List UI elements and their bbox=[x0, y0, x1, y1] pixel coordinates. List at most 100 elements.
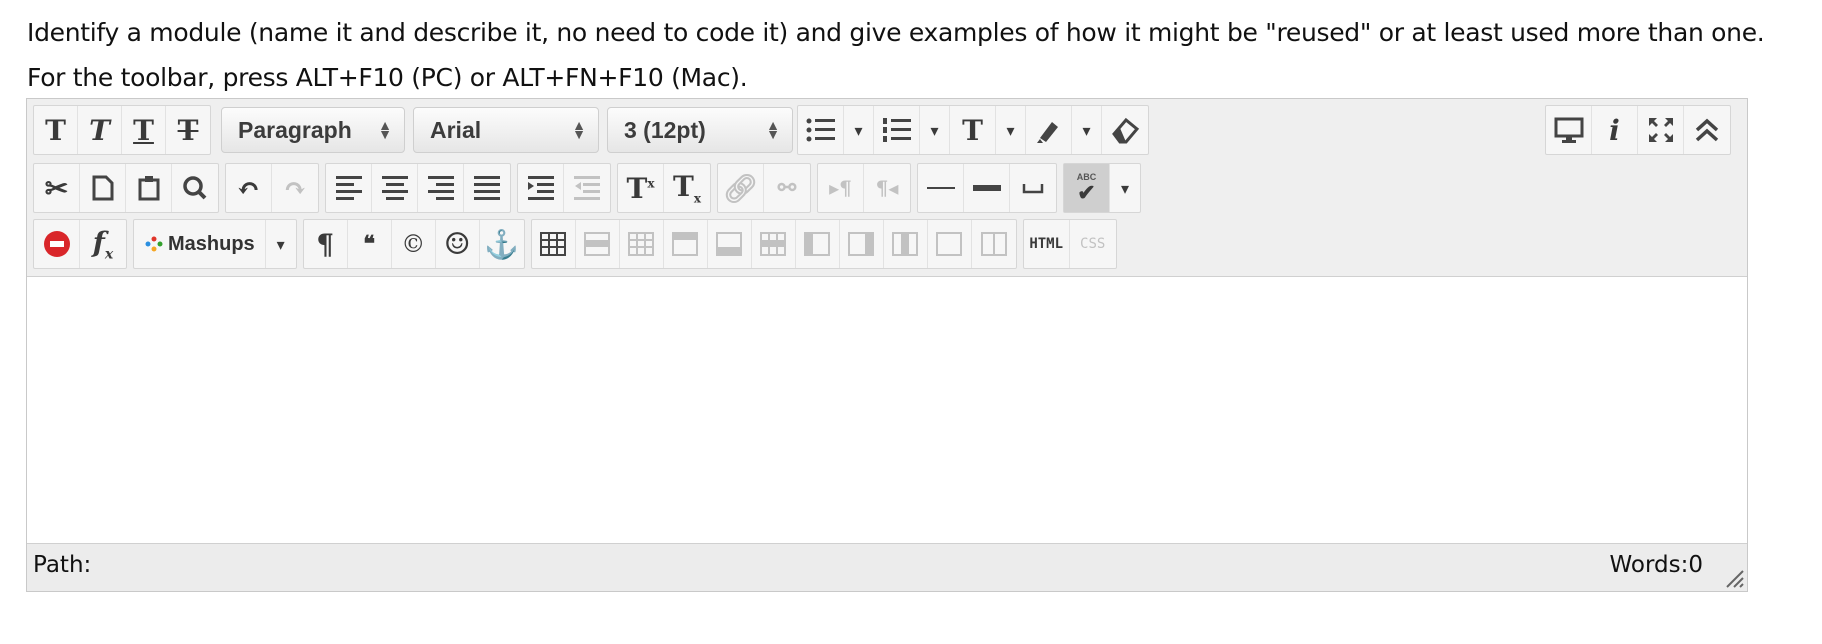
info-button[interactable]: i bbox=[1592, 106, 1638, 154]
editor-statusbar: Path: Words:0 bbox=[27, 543, 1747, 591]
ltr-button[interactable]: ▸¶ bbox=[818, 164, 864, 212]
italic-button[interactable]: T bbox=[78, 106, 122, 154]
rtl-button[interactable]: ¶◂ bbox=[864, 164, 910, 212]
text-color-button[interactable]: T bbox=[950, 106, 996, 154]
clear-formatting-button[interactable] bbox=[1102, 106, 1148, 154]
insert-media-button[interactable] bbox=[34, 220, 80, 268]
font-family-select[interactable]: Arial ▲ ▼ bbox=[413, 107, 599, 153]
insert-row-before-button[interactable] bbox=[664, 220, 708, 268]
unlink-button[interactable]: ⚯ bbox=[764, 164, 810, 212]
blockquote-button[interactable]: ❝ bbox=[348, 220, 392, 268]
paste-button[interactable] bbox=[126, 164, 172, 212]
fullscreen-button[interactable] bbox=[1638, 106, 1684, 154]
block-format-select[interactable]: Paragraph ▲ ▼ bbox=[221, 107, 405, 153]
numbered-list-button[interactable] bbox=[874, 106, 920, 154]
link-group: 🔗︎ ⚯ bbox=[717, 163, 811, 213]
chevron-down-icon: ▾ bbox=[930, 120, 939, 140]
insert-special-char-button[interactable]: © bbox=[392, 220, 436, 268]
strikethrough-button[interactable]: T bbox=[166, 106, 210, 154]
eraser-icon bbox=[1112, 117, 1140, 144]
collapse-toolbar-button[interactable] bbox=[1684, 106, 1730, 154]
direction-group: ▸¶ ¶◂ bbox=[817, 163, 911, 213]
copy-button[interactable] bbox=[80, 164, 126, 212]
table-cell-icon bbox=[628, 232, 655, 256]
mashups-dropdown[interactable]: ▾ bbox=[266, 220, 296, 268]
insert-col-before-button[interactable] bbox=[796, 220, 840, 268]
delete-row-button[interactable] bbox=[752, 220, 796, 268]
insert-anchor-button[interactable]: ⚓ bbox=[480, 220, 524, 268]
select-arrows-icon: ▲ ▼ bbox=[572, 117, 586, 142]
subscript-button[interactable]: Tx bbox=[664, 164, 710, 212]
cut-button[interactable]: ✂ bbox=[34, 164, 80, 212]
insert-table-button[interactable] bbox=[532, 220, 576, 268]
math-formula-button[interactable]: fx bbox=[80, 220, 126, 268]
font-size-select[interactable]: 3 (12pt) ▲ ▼ bbox=[607, 107, 793, 153]
superscript-button[interactable]: Tx bbox=[618, 164, 664, 212]
css-button[interactable]: CSS bbox=[1070, 220, 1116, 268]
insert-link-button[interactable]: 🔗︎ bbox=[718, 164, 764, 212]
underline-button[interactable]: T bbox=[122, 106, 166, 154]
resize-handle-icon[interactable] bbox=[1723, 567, 1745, 589]
table-icon bbox=[540, 232, 567, 256]
table-cell-props-button[interactable] bbox=[620, 220, 664, 268]
insert-row-after-button[interactable] bbox=[708, 220, 752, 268]
undo-button[interactable]: ↶ bbox=[226, 164, 272, 212]
redo-icon: ↷ bbox=[283, 171, 307, 205]
justify-button[interactable] bbox=[464, 164, 510, 212]
highlight-button[interactable] bbox=[1026, 106, 1072, 154]
copy-icon bbox=[92, 175, 113, 201]
chevron-down-icon: ▾ bbox=[1082, 120, 1091, 140]
bullet-list-dropdown[interactable]: ▾ bbox=[844, 106, 874, 154]
question-text: Identify a module (name it and describe … bbox=[27, 18, 1765, 47]
toolbar-hint: For the toolbar, press ALT+F10 (PC) or A… bbox=[27, 63, 748, 92]
delete-col-button[interactable] bbox=[884, 220, 928, 268]
horizontal-line-button[interactable] bbox=[918, 164, 964, 212]
horizontal-rule-button[interactable] bbox=[964, 164, 1010, 212]
media-icon bbox=[43, 231, 70, 257]
mashups-button[interactable]: Mashups bbox=[134, 220, 266, 268]
insert-col-after-button[interactable] bbox=[840, 220, 884, 268]
paragraph-mark-button[interactable]: ¶ bbox=[304, 220, 348, 268]
split-cells-button[interactable] bbox=[928, 220, 972, 268]
spellcheck-dropdown[interactable]: ▾ bbox=[1110, 164, 1140, 212]
anchor-icon: ⚓ bbox=[484, 227, 520, 261]
bullet-list-button[interactable] bbox=[798, 106, 844, 154]
align-right-button[interactable] bbox=[418, 164, 464, 212]
redo-button[interactable]: ↷ bbox=[272, 164, 318, 212]
double-chevron-up-icon bbox=[1695, 118, 1719, 142]
align-center-button[interactable] bbox=[372, 164, 418, 212]
preview-button[interactable] bbox=[1546, 106, 1592, 154]
rich-text-editor: T T T T Paragraph ▲ ▼ Arial ▲ ▼ 3 (12pt) ▲… bbox=[26, 98, 1748, 592]
editor-content-area[interactable] bbox=[27, 277, 1747, 545]
align-left-button[interactable] bbox=[326, 164, 372, 212]
chevron-down-icon: ▾ bbox=[276, 234, 285, 254]
outdent-button[interactable] bbox=[564, 164, 610, 212]
italic-icon: T bbox=[89, 113, 110, 147]
highlight-dropdown[interactable]: ▾ bbox=[1072, 106, 1102, 154]
find-button[interactable] bbox=[172, 164, 218, 212]
font-size-value: 3 (12pt) bbox=[624, 116, 706, 143]
indent-button[interactable] bbox=[518, 164, 564, 212]
chevron-down-icon: ▾ bbox=[1120, 178, 1130, 198]
table-row-icon bbox=[584, 232, 611, 256]
spellcheck-button[interactable]: ABC ✔ bbox=[1064, 164, 1110, 212]
quote-icon: ❝ bbox=[363, 231, 376, 257]
numbered-list-dropdown[interactable]: ▾ bbox=[920, 106, 950, 154]
scissors-icon: ✂ bbox=[44, 171, 69, 205]
strikethrough-icon: T bbox=[177, 113, 199, 147]
insert-emoticon-button[interactable]: ☺ bbox=[436, 220, 480, 268]
col-before-icon bbox=[804, 232, 831, 256]
html-source-button[interactable]: HTML bbox=[1024, 220, 1070, 268]
clipboard-icon bbox=[138, 176, 159, 201]
horizontal-rule-icon bbox=[972, 185, 1001, 191]
delete-row-icon bbox=[760, 232, 787, 256]
text-style-group: T T T T bbox=[33, 105, 211, 155]
nonbreaking-space-button[interactable] bbox=[1010, 164, 1056, 212]
merge-cells-button[interactable] bbox=[972, 220, 1016, 268]
bold-button[interactable]: T bbox=[34, 106, 78, 154]
subscript-icon: Tx bbox=[673, 170, 701, 206]
table-row-props-button[interactable] bbox=[576, 220, 620, 268]
text-color-dropdown[interactable]: ▾ bbox=[996, 106, 1026, 154]
rule-group bbox=[917, 163, 1057, 213]
unlink-icon: ⚯ bbox=[777, 175, 797, 201]
